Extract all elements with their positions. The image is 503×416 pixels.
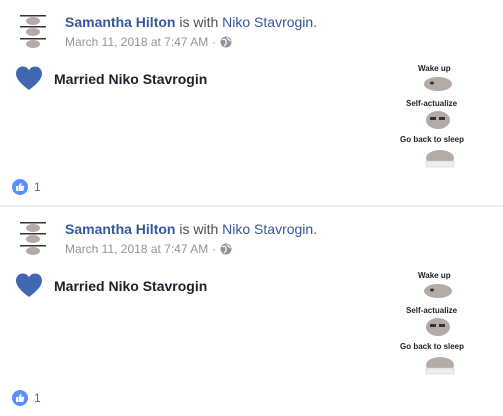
with-text: is with	[175, 221, 223, 237]
thumbs-up-icon[interactable]	[12, 179, 28, 195]
meme-line: Wake up	[418, 64, 451, 73]
life-event: Married Niko Stavrogin	[16, 66, 207, 92]
post-header: Samantha Hilton is with Niko Stavrogin.	[65, 14, 317, 30]
tagged-person[interactable]: Niko Stavrogin	[222, 14, 313, 30]
separator: ·	[212, 35, 217, 49]
avatar[interactable]	[14, 12, 52, 52]
like-count[interactable]: 1	[34, 391, 41, 405]
meme-image[interactable]: Wake up Self-actualize Go back to sleep	[396, 62, 484, 172]
feed-post: Samantha Hilton is with Niko Stavrogin. …	[0, 207, 503, 416]
meme-image[interactable]: Wake up Self-actualize Go back to sleep	[396, 269, 484, 379]
with-text: is with	[175, 14, 223, 30]
reactions-bar[interactable]: 1	[12, 390, 41, 406]
post-header: Samantha Hilton is with Niko Stavrogin.	[65, 221, 317, 237]
avatar[interactable]	[14, 219, 52, 259]
post-meta: March 11, 2018 at 7:47 AM ·	[65, 242, 232, 256]
meme-line: Wake up	[418, 271, 451, 280]
meme-line: Self-actualize	[406, 306, 458, 315]
meme-line: Self-actualize	[406, 99, 458, 108]
period: .	[313, 14, 318, 30]
thumbs-up-icon[interactable]	[12, 390, 28, 406]
reactions-bar[interactable]: 1	[12, 179, 41, 195]
feed-post: Samantha Hilton is with Niko Stavrogin. …	[0, 0, 503, 205]
author-name[interactable]: Samantha Hilton	[65, 14, 175, 30]
heart-icon	[16, 273, 42, 297]
meme-line: Go back to sleep	[400, 342, 464, 351]
tagged-person[interactable]: Niko Stavrogin	[222, 221, 313, 237]
life-event-text: Married Niko Stavrogin	[54, 278, 208, 294]
timestamp[interactable]: March 11, 2018 at 7:47 AM	[65, 35, 208, 49]
period: .	[313, 221, 318, 237]
author-name[interactable]: Samantha Hilton	[65, 221, 175, 237]
meme-line: Go back to sleep	[400, 135, 464, 144]
globe-icon[interactable]	[220, 243, 232, 255]
life-event: Married Niko Stavrogin	[16, 273, 207, 299]
separator: ·	[212, 242, 217, 256]
globe-icon[interactable]	[220, 36, 232, 48]
timestamp[interactable]: March 11, 2018 at 7:47 AM	[65, 242, 208, 256]
life-event-text: Married Niko Stavrogin	[54, 71, 208, 87]
heart-icon	[16, 66, 42, 90]
like-count[interactable]: 1	[34, 180, 41, 194]
post-meta: March 11, 2018 at 7:47 AM ·	[65, 35, 232, 49]
